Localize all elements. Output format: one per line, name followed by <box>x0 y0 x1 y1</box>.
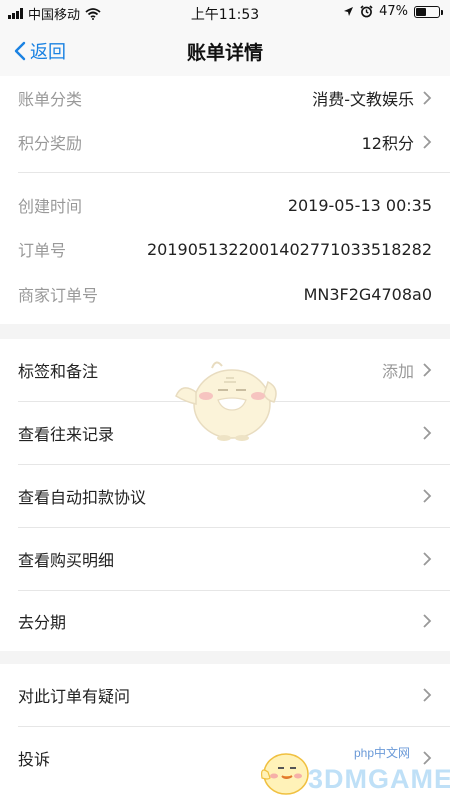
battery-icon <box>414 5 443 18</box>
watermark-site-small: php中文网 <box>354 746 411 760</box>
complaint-label: 投诉 <box>18 750 51 769</box>
chevron-right-icon <box>423 489 432 503</box>
points-reward-row[interactable]: 积分奖励 12积分 <box>0 120 450 164</box>
battery-level <box>416 7 427 16</box>
chevron-right-icon <box>423 91 432 105</box>
bill-category-row[interactable]: 账单分类 消费-文教娱乐 <box>0 76 450 120</box>
page-title: 账单详情 <box>186 42 263 64</box>
order-question-row[interactable]: 对此订单有疑问 <box>0 664 450 726</box>
order-question-label: 对此订单有疑问 <box>18 687 131 706</box>
chick-logo-icon <box>261 753 309 795</box>
auto-debit-label: 查看自动扣款协议 <box>18 488 147 507</box>
chevron-right-icon <box>423 688 432 702</box>
created-time-row: 创建时间 2019-05-13 00:35 <box>0 183 450 227</box>
created-time-value: 2019-05-13 00:35 <box>287 195 432 215</box>
bill-category-value: 消费-文教娱乐 <box>312 90 414 109</box>
auto-debit-row[interactable]: 查看自动扣款协议 <box>0 465 450 527</box>
bill-category-label: 账单分类 <box>18 90 83 109</box>
chevron-right-icon <box>423 135 432 149</box>
location-icon <box>344 7 354 16</box>
battery-percent: 47% <box>379 4 408 19</box>
mascot-watermark <box>175 361 277 441</box>
status-bar: 中国移动 上午11:53 47% <box>0 0 450 24</box>
nav-bar: 返回 账单详情 <box>0 24 450 76</box>
chevron-right-icon <box>423 363 432 377</box>
watermark-brand: 3DMGAME <box>308 764 450 794</box>
tags-notes-label: 标签和备注 <box>18 362 99 381</box>
points-reward-value: 12积分 <box>361 134 414 153</box>
order-number-label: 订单号 <box>18 241 67 260</box>
chevron-right-icon <box>423 426 432 440</box>
add-tag-link[interactable]: 添加 <box>382 358 414 382</box>
order-number-value: 2019051322001402771033518282 <box>146 239 432 259</box>
installment-row[interactable]: 去分期 <box>0 590 450 651</box>
created-time-label: 创建时间 <box>18 197 83 216</box>
view-history-label: 查看往来记录 <box>18 425 115 444</box>
merchant-order-value: MN3F2G4708a0 <box>303 284 432 304</box>
installment-label: 去分期 <box>18 612 67 632</box>
divider <box>18 172 450 173</box>
site-watermark: php中文网 3DMGAME <box>258 744 450 800</box>
purchase-details-row[interactable]: 查看购买明细 <box>0 528 450 590</box>
status-right: 47% <box>343 4 443 19</box>
purchase-details-label: 查看购买明细 <box>18 551 115 570</box>
merchant-order-row: 商家订单号 MN3F2G4708a0 <box>0 272 450 316</box>
order-number-row: 订单号 2019051322001402771033518282 <box>0 227 450 271</box>
bill-info-section: 账单分类 消费-文教娱乐 积分奖励 12积分 创建时间 2019-05-13 0… <box>0 76 450 324</box>
alarm-icon <box>360 5 373 18</box>
chevron-right-icon <box>423 613 432 628</box>
points-reward-label: 积分奖励 <box>18 134 83 153</box>
chevron-right-icon <box>423 552 432 566</box>
merchant-order-label: 商家订单号 <box>18 286 99 305</box>
